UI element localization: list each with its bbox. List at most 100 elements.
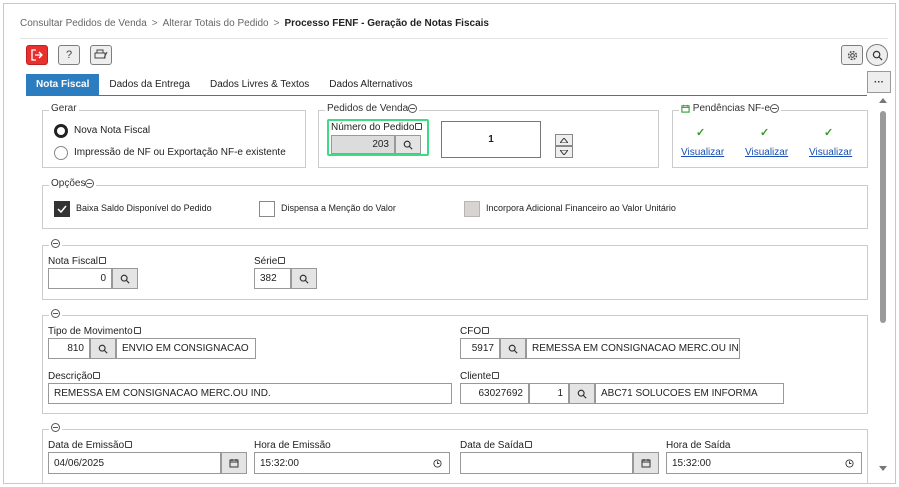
pendencia-visualizar-link-3[interactable]: Visualizar: [809, 147, 852, 158]
descricao-input[interactable]: REMESSA EM CONSIGNACAO MERC.OU IND.: [48, 383, 452, 404]
copy-icon[interactable]: [133, 327, 141, 334]
cfo-search-button[interactable]: [500, 338, 526, 359]
pedidos-legend: Pedidos de Venda: [325, 103, 420, 114]
numero-pedido-input[interactable]: 203: [331, 135, 395, 154]
search-icon: [872, 50, 883, 61]
tipo-movimento-code-input[interactable]: 810: [48, 338, 90, 359]
cfo-desc: REMESSA EM CONSIGNACAO MERC.OU IND.: [526, 338, 740, 359]
data-emissao-calendar-button[interactable]: [221, 452, 247, 474]
breadcrumb: Consultar Pedidos de Venda > Alterar Totai…: [20, 18, 489, 29]
serie-input[interactable]: 382: [254, 268, 291, 289]
nota-fiscal-search-button[interactable]: [112, 268, 138, 289]
cfo-label: CFO: [460, 326, 490, 337]
tipo-movimento-search-button[interactable]: [90, 338, 116, 359]
triangle-up-icon: [560, 137, 568, 143]
search-icon: [98, 344, 108, 354]
search-icon: [120, 274, 130, 284]
hora-saida-input[interactable]: 15:32:00: [666, 452, 862, 474]
exit-button[interactable]: [26, 45, 48, 65]
serie-label-text: Série: [254, 256, 278, 267]
data-saida-label-text: Data de Saída: [460, 440, 524, 451]
clock-icon[interactable]: [845, 459, 854, 468]
clock-icon[interactable]: [433, 459, 442, 468]
cfo-code-input[interactable]: 5917: [460, 338, 500, 359]
pendencia-visualizar-link-1[interactable]: Visualizar: [681, 147, 724, 158]
checkbox-dispensa-valor[interactable]: [259, 201, 275, 217]
tab-dados-entrega[interactable]: Dados da Entrega: [99, 74, 200, 96]
exit-icon: [31, 49, 43, 61]
tab-nota-fiscal[interactable]: Nota Fiscal: [26, 74, 100, 96]
settings-button[interactable]: [841, 45, 863, 65]
copy-icon[interactable]: [278, 257, 286, 264]
print-button[interactable]: [90, 45, 112, 65]
cliente-code-input[interactable]: 63027692: [460, 383, 529, 404]
breadcrumb-item-alterar[interactable]: Alterar Totais do Pedido: [163, 18, 269, 29]
data-emissao-input[interactable]: 04/06/2025: [48, 452, 221, 474]
hora-saida-label: Hora de Saída: [666, 440, 731, 451]
hora-emissao-input[interactable]: 15:32:00: [254, 452, 450, 474]
breadcrumb-item-consultar[interactable]: Consultar Pedidos de Venda: [20, 18, 147, 29]
numero-pedido-search-button[interactable]: [395, 135, 421, 154]
quantidade-input[interactable]: 1: [441, 121, 541, 158]
help-icon: ?: [65, 49, 73, 61]
copy-icon[interactable]: [93, 372, 101, 379]
triangle-down-icon: [560, 149, 568, 155]
copy-icon[interactable]: [492, 372, 500, 379]
copy-icon[interactable]: [482, 327, 490, 334]
nota-fiscal-input[interactable]: 0: [48, 268, 112, 289]
copy-icon[interactable]: [125, 441, 133, 448]
tab-dados-alternativos[interactable]: Dados Alternativos: [319, 74, 422, 96]
nota-fiscal-legend: [49, 238, 62, 249]
search-button[interactable]: [866, 44, 888, 66]
data-saida-input[interactable]: [460, 452, 633, 474]
more-icon: ···: [874, 76, 884, 88]
spinner-down-button[interactable]: [555, 146, 573, 158]
opcoes-legend: Opções: [49, 178, 97, 189]
copy-icon[interactable]: [415, 123, 423, 130]
checkbox-baixa-saldo[interactable]: [54, 201, 70, 217]
serie-label: Série: [254, 256, 286, 267]
scroll-down-icon[interactable]: [879, 466, 887, 471]
datas-legend: [49, 422, 62, 433]
hora-emissao-label: Hora de Emissão: [254, 440, 331, 451]
breadcrumb-separator: >: [151, 18, 158, 29]
collapse-icon[interactable]: [770, 103, 780, 113]
pendencia-visualizar-link-2[interactable]: Visualizar: [745, 147, 788, 158]
data-emissao-label-text: Data de Emissão: [48, 440, 125, 451]
movimento-group: Tipo de Movimento 810 ENVIO EM CONSIGNAC…: [42, 308, 868, 414]
checkbox-baixa-saldo-label: Baixa Saldo Disponível do Pedido: [76, 203, 212, 213]
collapse-icon[interactable]: [51, 308, 60, 318]
spinner-up-button[interactable]: [555, 134, 573, 146]
descricao-label: Descrição: [48, 371, 101, 382]
cliente-seq-input[interactable]: 1: [529, 383, 569, 404]
scrollbar-thumb[interactable]: [880, 111, 886, 323]
collapse-icon[interactable]: [408, 103, 418, 113]
cliente-label-text: Cliente: [460, 371, 492, 382]
more-tabs-button[interactable]: ···: [867, 71, 891, 93]
pendencias-group: Pendências NF-e ✓ ✓ ✓ Visualizar Visuali…: [672, 103, 868, 168]
tab-dados-livres[interactable]: Dados Livres & Textos: [200, 74, 319, 96]
data-emissao-label: Data de Emissão: [48, 440, 133, 451]
collapse-icon[interactable]: [51, 422, 60, 432]
tab-underline: [26, 95, 867, 96]
calendar-icon: [681, 104, 690, 113]
vertical-scrollbar[interactable]: [877, 96, 889, 476]
copy-icon[interactable]: [524, 441, 532, 448]
help-button[interactable]: ?: [58, 45, 80, 65]
radio-impressao-nf[interactable]: [54, 146, 68, 160]
cliente-label: Cliente: [460, 371, 500, 382]
data-saida-calendar-button[interactable]: [633, 452, 659, 474]
checkbox-incorpora-adicional: [464, 201, 480, 217]
pendencias-legend-label: Pendências NF-e: [692, 103, 771, 114]
scroll-up-icon[interactable]: [879, 98, 887, 103]
serie-search-button[interactable]: [291, 268, 317, 289]
copy-icon[interactable]: [99, 257, 107, 264]
opcoes-group: Opções Baixa Saldo Disponível do Pedido …: [42, 178, 868, 229]
cliente-search-button[interactable]: [569, 383, 595, 404]
collapse-icon[interactable]: [51, 238, 60, 248]
radio-nova-nf[interactable]: [54, 124, 68, 138]
nota-fiscal-label-text: Nota Fiscal: [48, 256, 99, 267]
numero-pedido-label-text: Número do Pedido: [331, 122, 415, 133]
gerar-legend: Gerar: [49, 103, 79, 114]
collapse-icon[interactable]: [85, 178, 95, 188]
